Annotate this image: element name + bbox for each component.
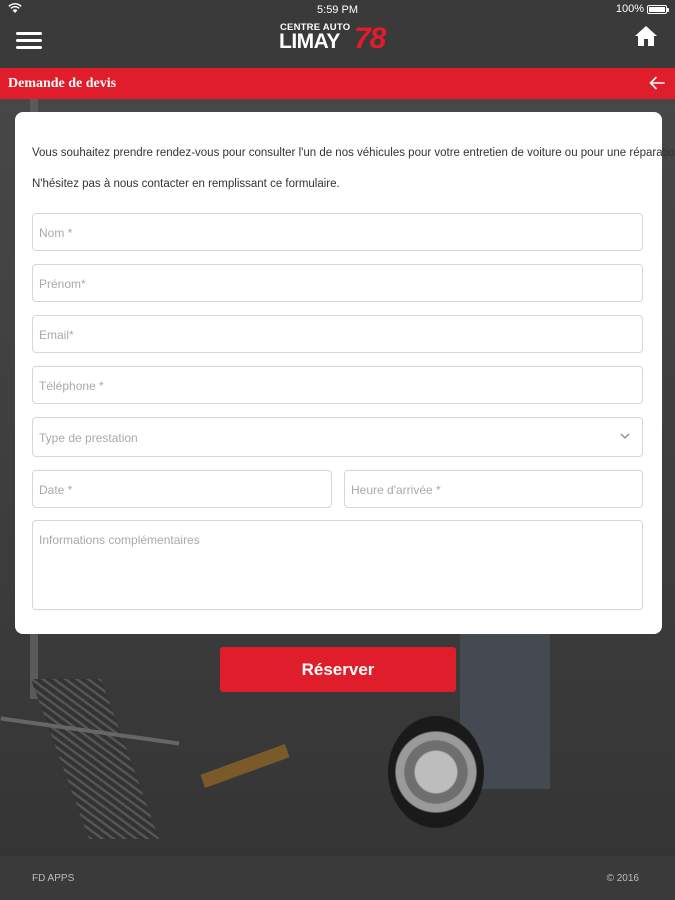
tire-image [388,716,484,828]
email-field[interactable]: Email* [32,315,643,353]
hamburger-menu-icon[interactable] [16,28,42,54]
app-header: CENTRE AUTO LIMAY 78 [0,20,675,68]
prestation-select[interactable]: Type de prestation [32,417,643,457]
arrow-left-icon[interactable] [649,76,665,90]
infos-textarea[interactable]: Informations complémentaires [32,520,643,610]
battery-fill [649,6,665,12]
footer-copyright: © 2016 [606,873,639,884]
battery-icon [647,4,669,14]
telephone-field[interactable]: Téléphone * [32,366,643,404]
heure-field[interactable]: Heure d'arrivée * [344,470,643,508]
quote-form-card: Vous souhaitez prendre rendez-vous pour … [15,112,675,634]
prestation-placeholder: Type de prestation [39,431,138,445]
intro-text: Vous souhaitez prendre rendez-vous pour … [32,147,675,159]
battery-percent: 100% [615,3,644,15]
home-icon[interactable] [634,24,658,48]
footer-brand: FD APPS [32,873,75,884]
prenom-field[interactable]: Prénom* [32,264,643,302]
infos-placeholder: Informations complémentaires [39,533,200,547]
footer: FD APPS © 2016 [0,856,675,900]
page-title: Demande de devis [8,76,117,91]
intro-subtext: N'hésitez pas à nous contacter en rempli… [32,178,340,190]
logo-number: 78 [354,22,386,55]
email-placeholder: Email* [39,328,74,342]
reserve-button[interactable]: Réserver [220,647,456,692]
telephone-placeholder: Téléphone * [39,379,104,393]
page-title-bar: Demande de devis [0,68,675,99]
date-placeholder: Date * [39,483,73,497]
logo: CENTRE AUTO LIMAY 78 [279,22,397,56]
nom-placeholder: Nom * [39,226,73,240]
battery-indicator: 100% [615,3,669,15]
heure-placeholder: Heure d'arrivée * [351,483,441,497]
status-time: 5:59 PM [317,4,358,16]
prenom-placeholder: Prénom* [39,277,86,291]
logo-name: LIMAY [279,30,340,53]
status-bar: 5:59 PM 100% [0,0,675,20]
nom-field[interactable]: Nom * [32,213,643,251]
chevron-down-icon [620,433,630,439]
date-field[interactable]: Date * [32,470,332,508]
